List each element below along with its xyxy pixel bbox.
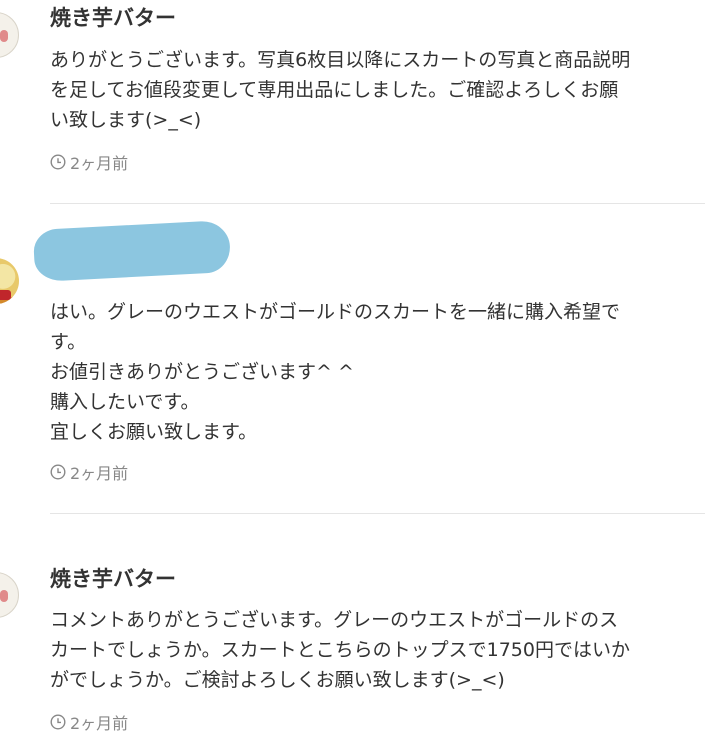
comment-meta: 2ヶ月前 xyxy=(50,460,128,484)
comment-time: 2ヶ月前 xyxy=(70,464,129,483)
comment-time: 2ヶ月前 xyxy=(70,154,129,173)
clock-icon xyxy=(50,464,66,480)
clock-icon xyxy=(50,714,66,730)
comment-meta: 2ヶ月前 xyxy=(50,150,128,174)
comment-time: 2ヶ月前 xyxy=(70,714,129,733)
avatar[interactable] xyxy=(0,572,19,618)
comment-meta: 2ヶ月前 xyxy=(50,710,128,734)
comment-text: はい。グレーのウエストがゴールドのスカートを一緒に購入希望で す。 お値引きあり… xyxy=(50,301,621,443)
comment-text: ありがとうございます。写真6枚目以降にスカートの写真と商品説明 を足してお値段変… xyxy=(50,49,631,131)
redacted-username xyxy=(32,219,232,283)
avatar[interactable] xyxy=(0,12,19,58)
comment-divider xyxy=(50,203,705,204)
comment-username[interactable]: 焼き芋バター xyxy=(50,2,176,32)
comment-divider xyxy=(50,513,705,514)
clock-icon xyxy=(50,154,66,170)
comment-text: コメントありがとうございます。グレーのウエストがゴールドのス カートでしょうか。… xyxy=(50,609,630,691)
comment-username[interactable]: 焼き芋バター xyxy=(50,563,176,593)
avatar[interactable] xyxy=(0,258,19,304)
